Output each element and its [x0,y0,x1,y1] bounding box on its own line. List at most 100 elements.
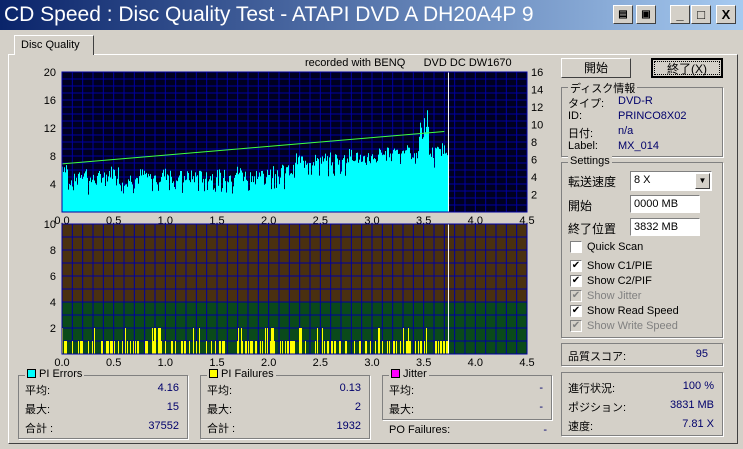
x-tick-label: 3.0 [364,357,379,369]
y2-tick-label: 6 [531,155,537,167]
checkbox-label: Show C2/PIF [587,275,652,287]
pie-total-value: 37552 [148,420,179,432]
jitter-max-value: - [539,401,543,413]
checkbox-label: Show Read Speed [587,305,679,317]
settings-title: Settings [568,155,612,167]
speed-select-value: 8 X [634,174,651,186]
checkbox-show-read-speed[interactable]: ✔ Show Read Speed [570,305,679,317]
checkbox-box[interactable] [570,241,582,253]
maximize-button[interactable]: □ [691,5,711,24]
y2-tick-label: 10 [531,120,543,132]
checkbox-box[interactable]: ✔ [570,305,582,317]
po-failures-value: - [543,424,547,436]
y-tick-label: 4 [50,297,56,309]
disc-info-title: ディスク情報 [568,80,638,96]
pif-avg-value: 0.13 [339,382,361,394]
copy-icon[interactable]: ▤ [613,5,633,24]
pif-max-value: 2 [354,401,361,413]
x-tick-label: 2.5 [313,357,328,369]
pi-errors-color-icon [27,369,36,378]
x-tick-label: 4.5 [519,357,534,369]
y-tick-label: 10 [44,219,56,231]
jitter-avg-label: 平均: [389,385,415,397]
checkbox-box[interactable]: ✔ [570,260,582,272]
quality-score-group: 品質スコア: 95 [561,343,723,366]
y-tick-label: 20 [44,67,56,79]
checkbox-label: Show Jitter [587,290,642,302]
jitter-group: Jitter 平均: - 最大: - [382,368,552,420]
pif-total-label: 合計 : [207,423,236,435]
end-position-input[interactable]: 3832 MB [630,218,700,236]
jitter-max-label: 最大: [389,404,415,416]
checkbox-show-write-speed: ✔ Show Write Speed [570,320,678,332]
quality-score-value: 95 [695,348,708,360]
x-tick-label: 1.0 [158,357,173,369]
pie-total-label: 合計 : [25,423,54,435]
position-label: ポジション: [568,402,627,414]
save-icon[interactable]: ▣ [636,5,656,24]
pi-errors-group: PI Errors 平均: 4.16 最大: 15 合計 : 37552 [18,368,188,439]
y2-tick-label: 14 [531,85,543,97]
type-value: DVD-R [618,95,653,107]
position-value: 3831 MB [669,399,714,411]
close-button[interactable]: X [716,5,736,24]
minimize-button[interactable]: _ [670,5,690,24]
progress-group: 進行状況: 100 % ポジション: 3831 MB 速度: 7.81 X [561,372,723,436]
type-label: タイプ: [568,98,605,110]
checkbox-show-c1-pie[interactable]: ✔ Show C1/PIE [570,260,652,272]
y2-tick-label: 16 [531,67,543,79]
progress-value: 100 % [682,380,714,392]
checkbox-box: ✔ [570,320,582,332]
pif-max-label: 最大: [207,404,233,416]
settings-group: Settings 転送速度 8 X ▼ 開始 0000 MB 終了位置 3832… [561,155,723,338]
checkbox-label: Show C1/PIE [587,260,653,272]
jitter-avg-value: - [539,382,543,394]
y-tick-label: 16 [44,95,56,107]
checkbox-label: Show Write Speed [587,320,678,332]
y2-tick-label: 4 [531,172,537,184]
y2-tick-label: 2 [531,190,537,202]
pie-avg-label: 平均: [25,385,51,397]
start-position-input[interactable]: 0000 MB [630,195,700,213]
checkbox-box[interactable]: ✔ [570,275,582,287]
current-speed-label: 速度: [568,421,594,433]
start-button[interactable]: 開始 [561,58,631,78]
pi-errors-title: PI Errors [39,368,83,380]
current-speed-value: 7.81 X [682,418,714,430]
jitter-color-icon [391,369,400,378]
x-tick-label: 0.5 [106,357,121,369]
pie-avg-value: 4.16 [157,382,179,394]
speed-select[interactable]: 8 X ▼ [630,171,712,191]
quality-score-label: 品質スコア: [568,351,627,363]
checkbox-show-c2-pif[interactable]: ✔ Show C2/PIF [570,275,652,287]
checkbox-show-jitter: ✔ Show Jitter [570,290,641,302]
disc-info-group: ディスク情報 タイプ: DVD-R ID: PRINCO8X02 日付: n/a… [561,80,723,157]
y-tick-label: 6 [50,271,56,283]
pi-failures-title: PI Failures [221,368,274,380]
label-value: MX_014 [618,140,659,152]
window-title: CD Speed : Disc Quality Test - ATAPI DVD… [4,3,534,26]
end-position-label: 終了位置 [568,222,617,236]
label-label: Label: [568,140,598,152]
pi-failures-group: PI Failures 平均: 0.13 最大: 2 合計 : 1932 [200,368,370,439]
checkbox-label: Quick Scan [587,241,644,253]
y-tick-label: 8 [50,245,56,257]
progress-label: 進行状況: [568,383,616,395]
charts: 0.0 0.5 1.0 1.5 2.0 2.5 3.0 3.5 4.0 4.54812162024… [44,67,544,369]
y-tick-label: 12 [44,123,56,135]
checkbox-box: ✔ [570,290,582,302]
po-failures-label: PO Failures: [389,424,451,436]
y2-tick-label: 8 [531,137,537,149]
y-tick-label: 4 [50,179,56,191]
chevron-down-icon[interactable]: ▼ [695,173,710,189]
tab-disc-quality[interactable]: Disc Quality [14,35,94,55]
exit-button[interactable]: 終了(X) [651,58,723,78]
pif-total-value: 1932 [336,420,361,432]
speed-label: 転送速度 [568,175,617,189]
pie-max-value: 15 [166,401,179,413]
start-position-label: 開始 [568,199,593,213]
pif-avg-label: 平均: [207,385,233,397]
checkbox-quick-scan[interactable]: Quick Scan [570,241,643,253]
date-label: 日付: [568,128,594,140]
id-value: PRINCO8X02 [618,110,687,122]
